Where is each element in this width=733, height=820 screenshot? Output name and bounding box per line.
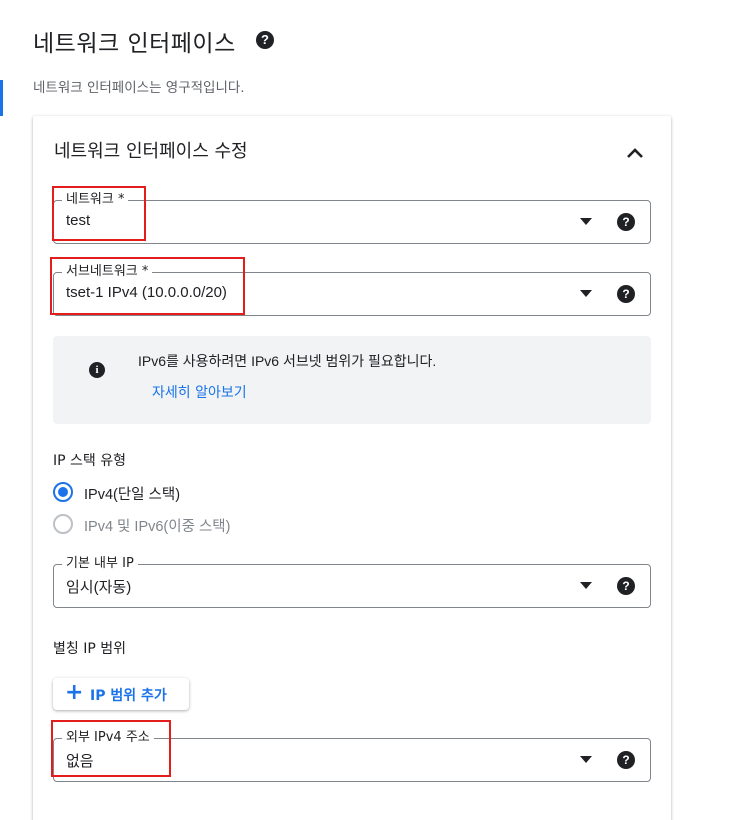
- radio-dual-stack[interactable]: [53, 514, 73, 534]
- ipv6-info-box: i IPv6를 사용하려면 IPv6 서브넷 범위가 필요합니다. 자세히 알아…: [53, 336, 651, 424]
- radio-ipv4-single-stack[interactable]: [53, 482, 73, 502]
- highlight-box: [50, 257, 245, 315]
- help-icon[interactable]: ?: [617, 213, 635, 231]
- info-text: IPv6를 사용하려면 IPv6 서브넷 범위가 필요합니다.: [138, 353, 437, 369]
- learn-more-link[interactable]: 자세히 알아보기: [152, 382, 247, 402]
- radio-ipv4-label: IPv4(단일 스택): [84, 487, 181, 503]
- dropdown-arrow-icon[interactable]: [580, 290, 592, 297]
- primary-ip-label: 기본 내부 IP: [62, 555, 138, 573]
- chevron-up-icon[interactable]: [622, 140, 648, 166]
- ip-stack-type-label: IP 스택 유형: [53, 453, 126, 469]
- help-icon[interactable]: ?: [617, 577, 635, 595]
- plus-icon: +: [65, 680, 84, 705]
- left-accent-bar: [0, 80, 3, 116]
- highlight-box: [51, 720, 171, 777]
- info-icon: i: [89, 362, 105, 378]
- highlight-box: [52, 186, 146, 241]
- card-title: 네트워크 인터페이스 수정: [54, 141, 248, 162]
- alias-ip-range-label: 별칭 IP 범위: [53, 641, 126, 657]
- dropdown-arrow-icon[interactable]: [580, 582, 592, 589]
- add-ip-range-button[interactable]: + IP 범위 추가: [53, 678, 189, 710]
- add-ip-range-label: IP 범위 추가: [90, 688, 167, 704]
- primary-ip-value: 임시(자동): [66, 579, 132, 596]
- page-title: 네트워크 인터페이스: [33, 31, 236, 57]
- help-icon[interactable]: ?: [256, 31, 274, 49]
- help-icon[interactable]: ?: [617, 751, 635, 769]
- dropdown-arrow-icon[interactable]: [580, 218, 592, 225]
- radio-dual-stack-label: IPv4 및 IPv6(이중 스택): [84, 519, 231, 535]
- help-icon[interactable]: ?: [617, 285, 635, 303]
- page-description: 네트워크 인터페이스는 영구적입니다.: [33, 80, 245, 96]
- dropdown-arrow-icon[interactable]: [580, 756, 592, 763]
- primary-internal-ip-select[interactable]: 기본 내부 IP 임시(자동) ?: [53, 555, 651, 608]
